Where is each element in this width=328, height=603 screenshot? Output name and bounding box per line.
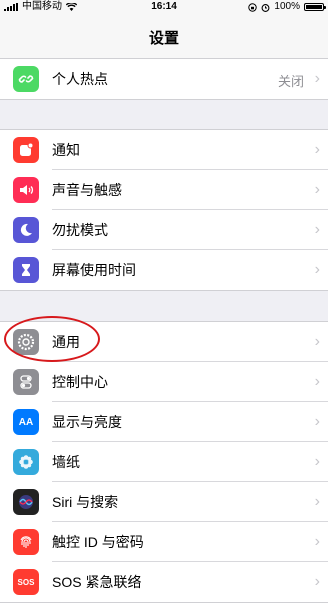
settings-row-siri-search[interactable]: Siri 与搜索 › [0,482,328,522]
text-size-icon: AA [13,409,39,435]
fingerprint-icon [13,529,39,555]
chevron-right-icon: › [314,70,320,87]
alarm-icon [261,3,270,12]
siri-icon [13,489,39,515]
moon-icon [13,217,39,243]
settings-row-label: 控制中心 [52,374,108,390]
hotspot-icon [13,66,39,92]
chevron-right-icon: › [314,413,320,430]
page-title: 设置 [148,30,179,47]
settings-row-display-brightness[interactable]: AA 显示与亮度 › [0,402,328,442]
chevron-right-icon: › [314,573,320,590]
settings-row-wallpaper[interactable]: 墙纸 › [0,442,328,482]
flower-icon [13,449,39,475]
settings-row-label: SOS 紧急联络 [52,574,142,590]
settings-row-touch-id-passcode[interactable]: 触控 ID 与密码 › [0,522,328,562]
settings-row-label: 屏幕使用时间 [52,262,136,278]
chevron-right-icon: › [314,181,320,198]
settings-group-general: 通用 › 控制中心 › AA 显示与亮度 › 墙纸 › Siri 与搜索 › 触… [0,321,328,603]
toggle-icon [13,369,39,395]
chevron-right-icon: › [314,221,320,238]
chevron-right-icon: › [314,493,320,510]
settings-row-label: 声音与触感 [52,182,122,198]
chevron-right-icon: › [314,453,320,470]
settings-row-notifications[interactable]: 通知 › [0,130,328,170]
settings-row-label: Siri 与搜索 [52,494,119,510]
settings-row-label: 通知 [52,142,80,158]
battery-percent: 100% [274,1,300,12]
settings-group-hotspot: 个人热点 关闭 › [0,58,328,100]
settings-row-emergency-sos[interactable]: SOS SOS 紧急联络 › [0,562,328,602]
settings-row-control-center[interactable]: 控制中心 › [0,362,328,402]
settings-row-personal-hotspot[interactable]: 个人热点 关闭 › [0,59,328,99]
sos-icon: SOS [13,569,39,595]
notification-icon [13,137,39,163]
chevron-right-icon: › [314,373,320,390]
settings-row-label: 勿扰模式 [52,222,108,238]
settings-row-label: 触控 ID 与密码 [52,534,144,550]
settings-row-value: 关闭 [277,74,304,89]
status-bar: 中国移动 16:14 100% [0,0,328,14]
chevron-right-icon: › [314,533,320,550]
annotation-circle [4,316,100,362]
sos-icon-glyph: SOS [17,577,35,587]
chevron-right-icon: › [314,333,320,350]
chevron-right-icon: › [314,141,320,158]
settings-row-label: 显示与亮度 [52,414,122,430]
settings-group-notifications: 通知 › 声音与触感 › 勿扰模式 › 屏幕使用时间 › [0,129,328,291]
settings-row-label: 个人热点 [52,71,108,87]
hourglass-icon [13,257,39,283]
chevron-right-icon: › [314,261,320,278]
settings-row-sounds[interactable]: 声音与触感 › [0,170,328,210]
rotation-lock-icon [248,2,258,12]
battery-icon [304,3,326,11]
settings-row-do-not-disturb[interactable]: 勿扰模式 › [0,210,328,250]
speaker-icon [13,177,39,203]
navigation-bar: 设置 [0,14,328,59]
settings-row-label: 墙纸 [52,454,80,470]
text-size-icon-glyph: AA [18,416,34,428]
settings-row-screen-time[interactable]: 屏幕使用时间 › [0,250,328,290]
